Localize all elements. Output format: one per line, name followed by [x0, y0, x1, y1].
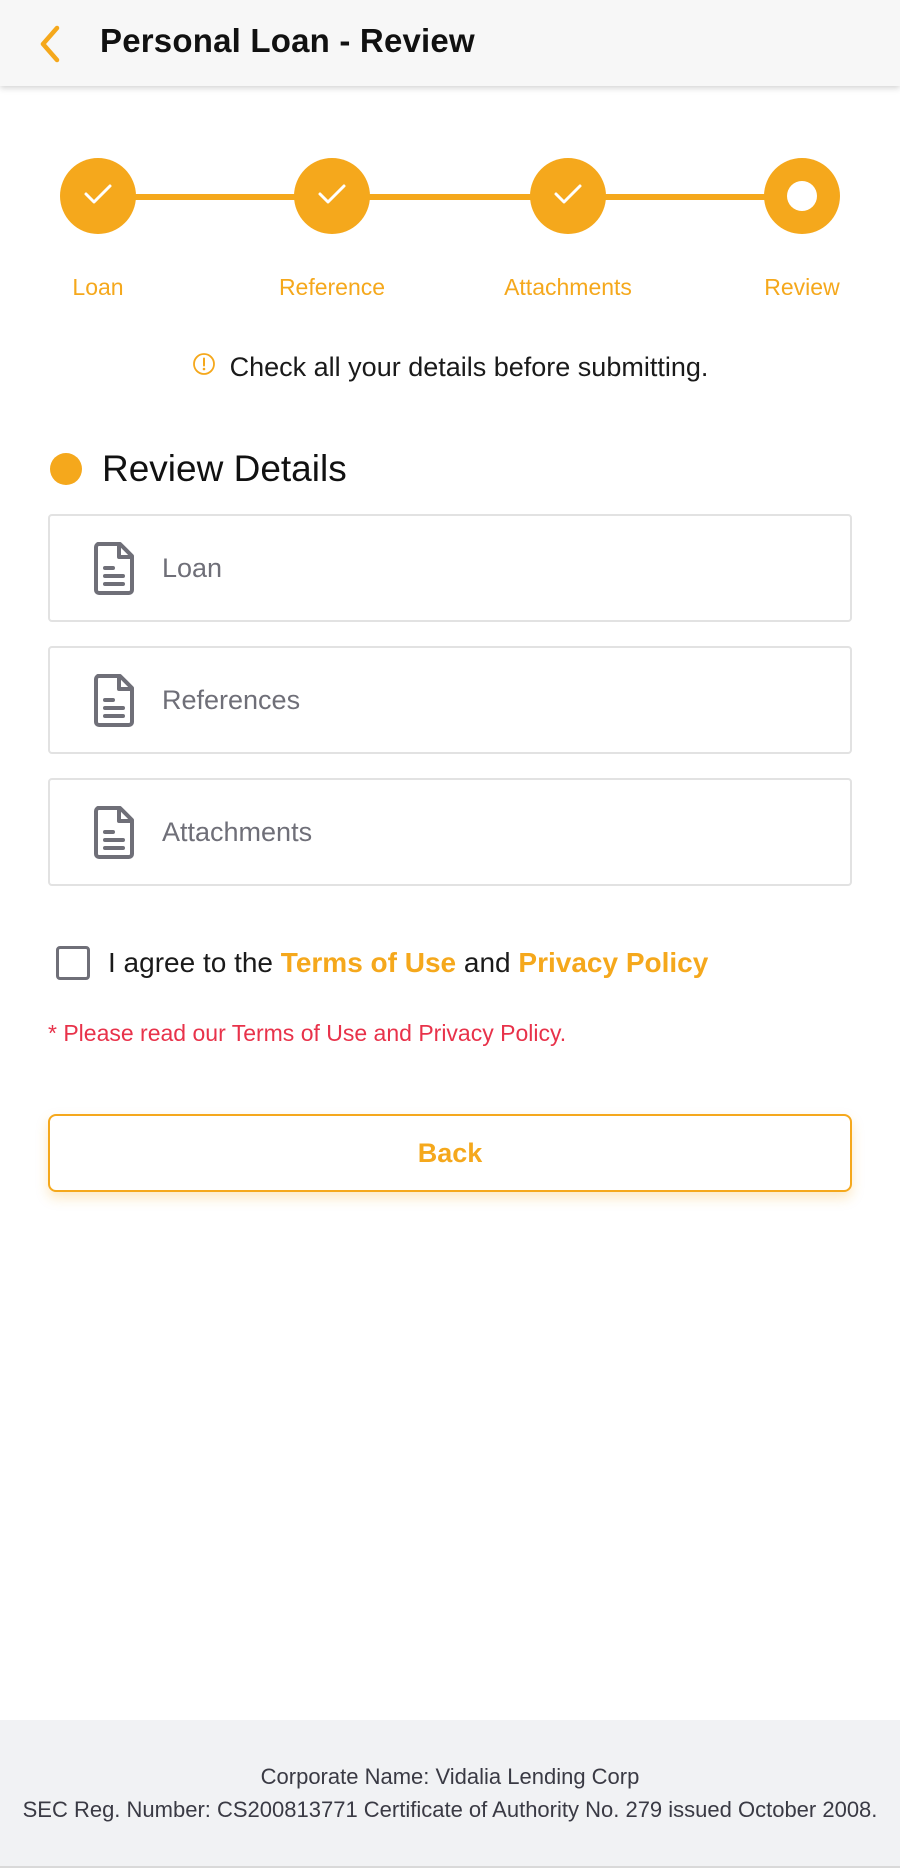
- privacy-policy-link[interactable]: Privacy Policy: [518, 947, 708, 978]
- step-loan: [60, 158, 136, 234]
- info-circle-icon: [192, 352, 216, 376]
- review-item-attachments[interactable]: Attachments: [48, 778, 852, 886]
- check-icon: [317, 182, 347, 211]
- agreement-text: I agree to the Terms of Use and Privacy …: [108, 947, 708, 979]
- terms-agreement: I agree to the Terms of Use and Privacy …: [56, 946, 708, 980]
- back-button[interactable]: Back: [48, 1114, 852, 1192]
- section-bullet: [50, 453, 82, 485]
- document-icon: [90, 540, 138, 596]
- step-label-attachments: Attachments: [504, 274, 632, 300]
- review-item-references[interactable]: References: [48, 646, 852, 754]
- progress-stepper: Loan Reference Attachments Review: [0, 150, 900, 310]
- document-icon: [90, 672, 138, 728]
- footer: Corporate Name: Vidalia Lending Corp SEC…: [0, 1720, 900, 1868]
- document-icon: [90, 804, 138, 860]
- footer-registration: SEC Reg. Number: CS200813771 Certificate…: [22, 1797, 878, 1822]
- review-item-loan[interactable]: Loan: [48, 514, 852, 622]
- review-item-label: Attachments: [162, 816, 313, 847]
- notice-text: Check all your details before submitting…: [229, 352, 709, 382]
- step-label-review: Review: [764, 274, 840, 300]
- app-header: Personal Loan - Review: [0, 0, 900, 86]
- footer-corporate-name: Corporate Name: Vidalia Lending Corp: [260, 1764, 640, 1789]
- step-review: [764, 158, 840, 234]
- review-item-label: References: [162, 684, 301, 715]
- current-step-dot: [787, 181, 817, 211]
- chevron-left-icon[interactable]: [30, 22, 70, 66]
- section-title: Review Details: [102, 448, 347, 489]
- review-item-label: Loan: [162, 552, 223, 583]
- check-icon: [553, 182, 583, 211]
- step-label-reference: Reference: [278, 274, 386, 300]
- agree-checkbox[interactable]: [56, 946, 90, 980]
- terms-of-use-link[interactable]: Terms of Use: [281, 947, 456, 978]
- agreement-middle: and: [456, 947, 519, 978]
- check-icon: [83, 182, 113, 211]
- terms-warning: * Please read our Terms of Use and Priva…: [48, 1020, 567, 1046]
- step-reference: [294, 158, 370, 234]
- step-attachments: [530, 158, 606, 234]
- step-label-loan: Loan: [72, 274, 124, 300]
- review-page: Personal Loan - Review Loan Reference At…: [0, 0, 900, 1868]
- page-title: Personal Loan - Review: [100, 22, 475, 59]
- agreement-prefix: I agree to the: [108, 947, 281, 978]
- review-notice: Check all your details before submitting…: [0, 352, 900, 383]
- review-details-heading: Review Details: [50, 448, 347, 490]
